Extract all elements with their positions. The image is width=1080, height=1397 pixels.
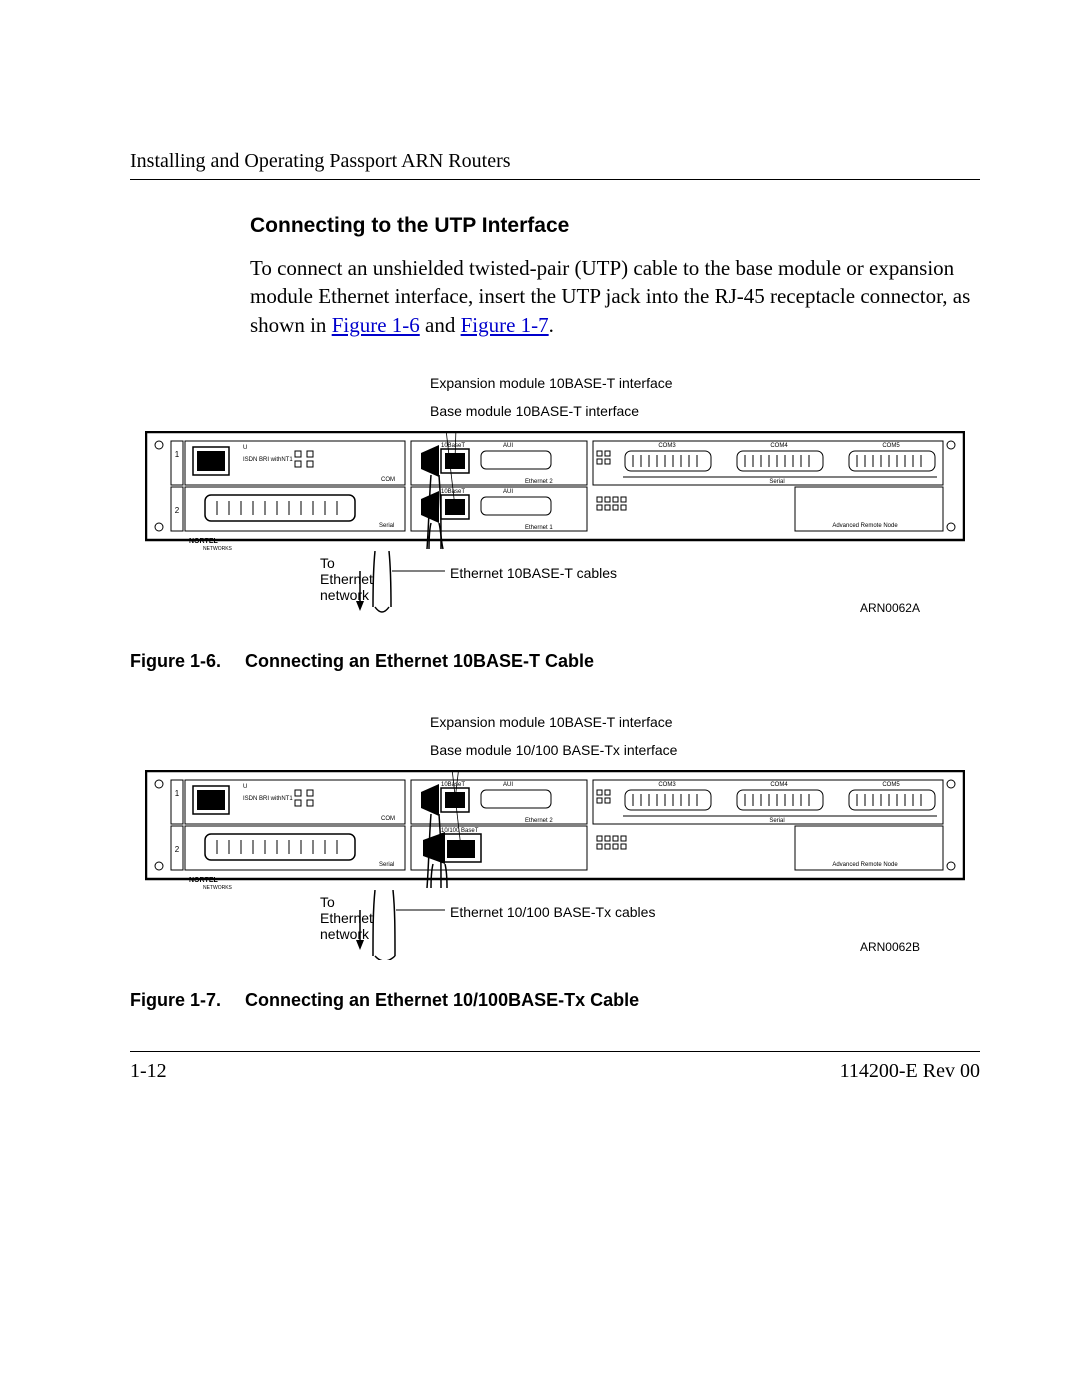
10baset-label-top: 10BaseT [441, 443, 465, 449]
slot-2-label: 2 [175, 845, 180, 854]
callout-expansion-module: Expansion module 10BASE-T interface [430, 369, 980, 397]
figure-1-7-link[interactable]: Figure 1-7 [461, 313, 549, 337]
section-body: To connect an unshielded twisted-pair (U… [250, 254, 980, 339]
com4-label: COM4 [770, 443, 788, 449]
page-number: 1-12 [130, 1060, 167, 1083]
10baset-label-top: 10BaseT [441, 782, 465, 788]
com5-label: COM5 [882, 782, 900, 788]
ethernet-2-label: Ethernet 2 [525, 818, 553, 824]
u-label: U [243, 784, 247, 790]
aui-label-bot: AUI [503, 489, 513, 495]
callout-expansion-module: Expansion module 10BASE-T interface [430, 708, 980, 736]
figure-1-6-caption: Figure 1-6. Connecting an Ethernet 10BAS… [130, 651, 980, 672]
figure-1-7: Expansion module 10BASE-T interface Base… [130, 708, 980, 1011]
aui-label-top: AUI [503, 782, 513, 788]
body-text-b: and [420, 313, 461, 337]
com4-label: COM4 [770, 782, 788, 788]
figure-number: Figure 1-7. [130, 990, 240, 1011]
router-diagram-1: 1 2 U ISDN BRI withNT1 COM Serial NORTEL… [145, 431, 965, 551]
figure-number: Figure 1-6. [130, 651, 240, 672]
arn-label: Advanced Remote Node [832, 862, 898, 868]
com3-label: COM3 [658, 443, 676, 449]
ethernet-1-label: Ethernet 1 [525, 525, 553, 531]
com-label: COM [381, 816, 395, 822]
com-label: COM [381, 477, 395, 483]
slot-2-label: 2 [175, 506, 180, 515]
aui-label-top: AUI [503, 443, 513, 449]
running-header: Installing and Operating Passport ARN Ro… [130, 150, 511, 172]
figure-title: Connecting an Ethernet 10BASE-T Cable [245, 651, 594, 671]
figure-1-7-caption: Figure 1-7. Connecting an Ethernet 10/10… [130, 990, 980, 1011]
doc-revision: 114200-E Rev 00 [840, 1060, 980, 1083]
figure-code: ARN0062B [860, 940, 920, 954]
cable-type-label: Ethernet 10BASE-T cables [450, 565, 617, 581]
serial-label: Serial [379, 862, 394, 868]
serial-label: Serial [379, 523, 394, 529]
com3-label: COM3 [658, 782, 676, 788]
cable-type-label: Ethernet 10/100 BASE-Tx cables [450, 904, 655, 920]
figure-code: ARN0062A [860, 601, 920, 615]
figure-1-6: Expansion module 10BASE-T interface Base… [130, 369, 980, 672]
isdn-bri-label: ISDN BRI withNT1 [243, 796, 293, 802]
com5-label: COM5 [882, 443, 900, 449]
body-text-c: . [549, 313, 554, 337]
ethernet-2-label: Ethernet 2 [525, 479, 553, 485]
slot-1-label: 1 [175, 789, 180, 798]
slot-1-label: 1 [175, 450, 180, 459]
isdn-bri-label: ISDN BRI withNT1 [243, 457, 293, 463]
router-diagram-2: 1 2 U ISDN BRI withNT1 COM Serial NORTEL… [145, 770, 965, 890]
figure-title: Connecting an Ethernet 10/100BASE-Tx Cab… [245, 990, 639, 1010]
serial-bus-label: Serial [769, 818, 784, 824]
10-100-baset-label: 10/100 BaseT [441, 828, 479, 834]
brand-nortel: NORTEL [189, 538, 219, 545]
callout-base-module: Base module 10BASE-T interface [430, 397, 980, 425]
figure-1-6-link[interactable]: Figure 1-6 [332, 313, 420, 337]
section-heading: Connecting to the UTP Interface [250, 214, 980, 238]
callout-base-module: Base module 10/100 BASE-Tx interface [430, 736, 980, 764]
arn-label: Advanced Remote Node [832, 523, 898, 529]
u-label: U [243, 445, 247, 451]
brand-nortel: NORTEL [189, 877, 219, 884]
serial-bus-label: Serial [769, 479, 784, 485]
